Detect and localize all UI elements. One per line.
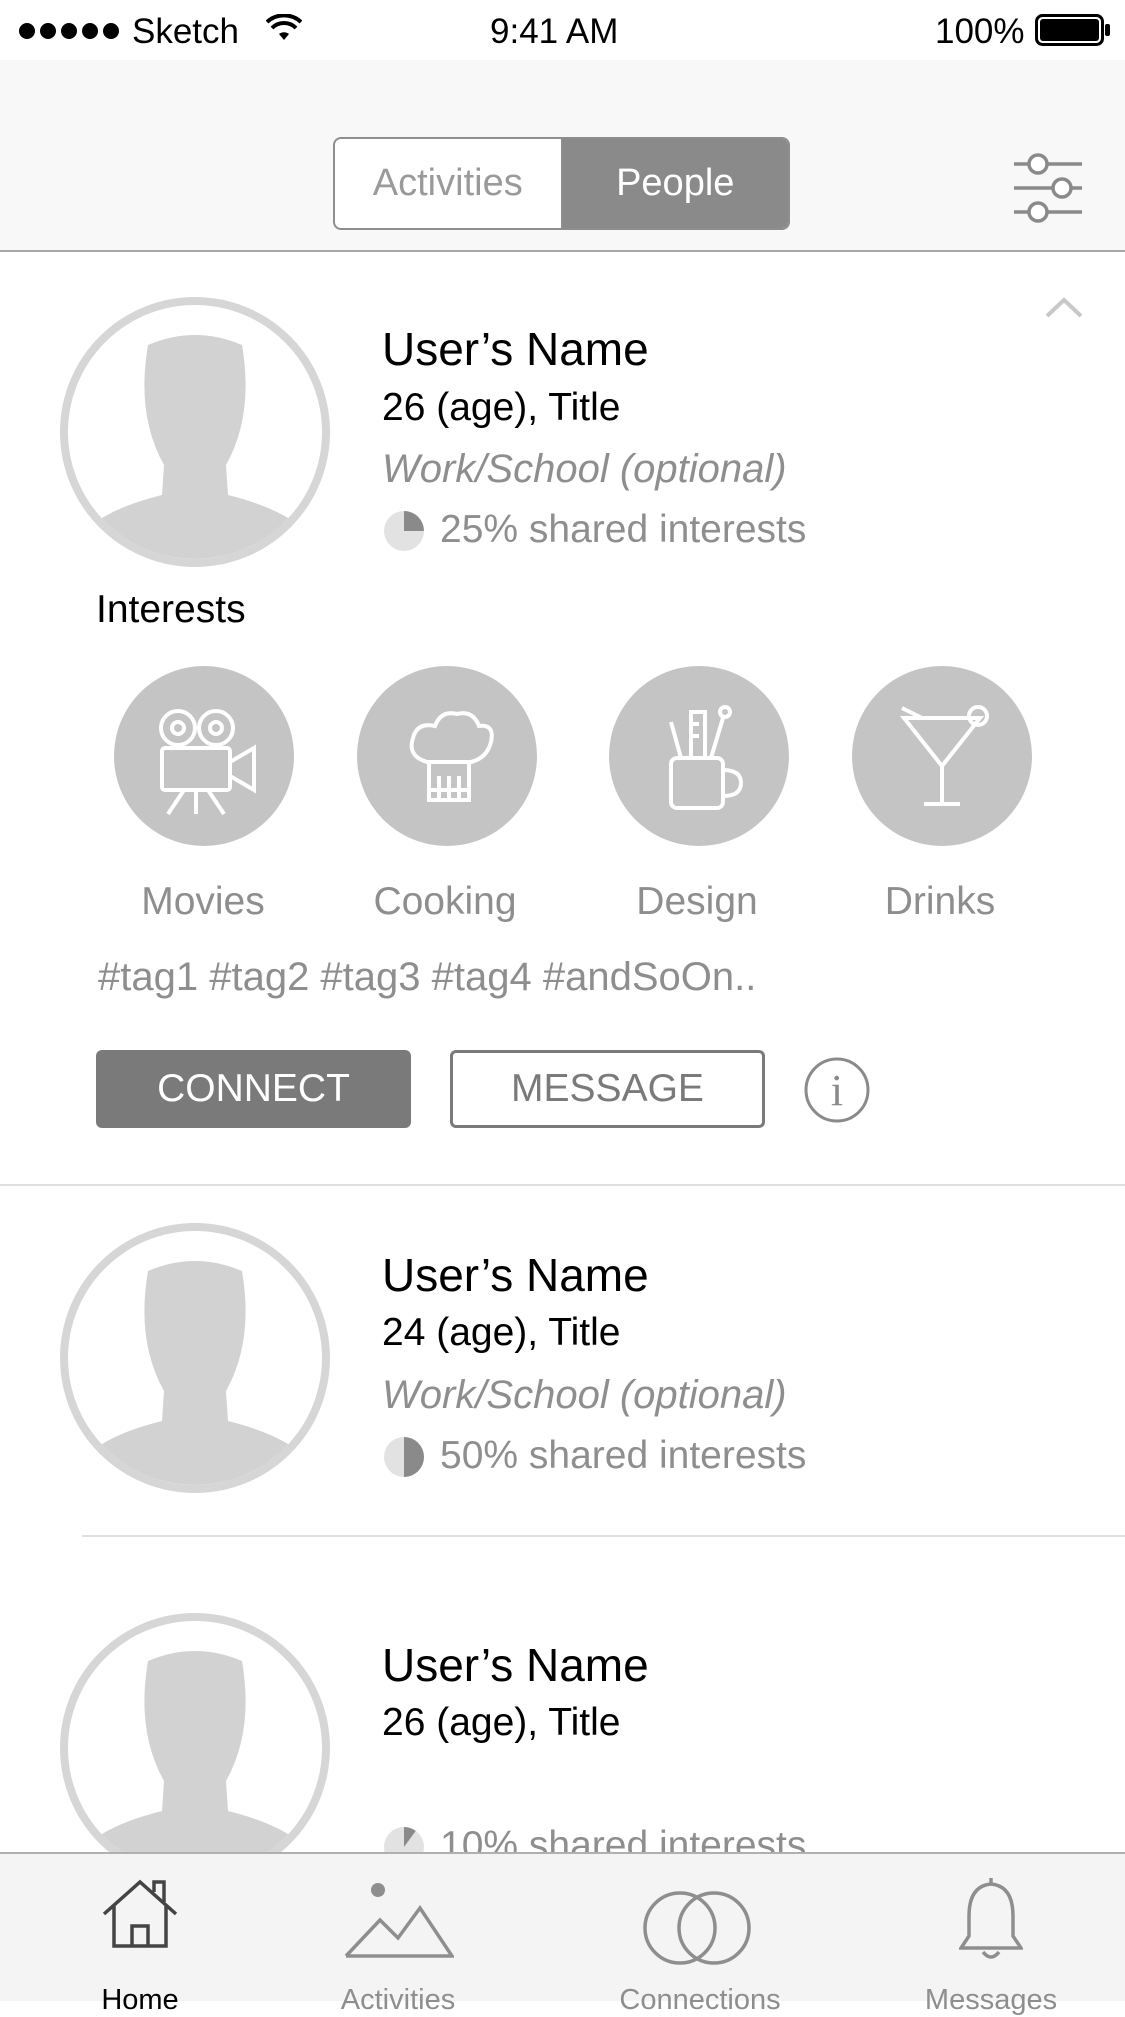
interests-heading: Interests — [96, 588, 246, 631]
connect-button[interactable]: CONNECT — [96, 1050, 411, 1128]
user-age-title: 26 (age), Title — [382, 1701, 621, 1744]
tab-messages[interactable]: Messages — [891, 1854, 1091, 2016]
avatar[interactable] — [60, 1613, 330, 1883]
collapse-chevron-icon[interactable] — [1044, 295, 1084, 319]
user-work-school: Work/School (optional) — [382, 447, 787, 491]
segmented-control: Activities People — [333, 137, 790, 230]
user-name: User’s Name — [382, 1639, 649, 1691]
tab-connections[interactable]: Connections — [590, 1854, 810, 2016]
interest-design[interactable] — [609, 666, 789, 846]
svg-text:i: i — [831, 1066, 843, 1115]
interest-drinks[interactable] — [852, 666, 1032, 846]
tab-bar: Home Activities Connections Messages — [0, 1852, 1125, 2016]
carrier-label: Sketch — [132, 12, 239, 51]
divider — [0, 1184, 1125, 1186]
interest-label-movies: Movies — [141, 880, 265, 923]
interest-movies[interactable] — [114, 666, 294, 846]
person-silhouette-icon — [82, 1261, 308, 1485]
user-work-school: Work/School (optional) — [382, 1373, 787, 1417]
interest-label-cooking: Cooking — [373, 880, 517, 923]
user-name: User’s Name — [382, 323, 649, 375]
user-age-title: 24 (age), Title — [382, 1311, 621, 1354]
segment-activities[interactable]: Activities — [335, 139, 563, 228]
shared-interests-text: 25% shared interests — [440, 508, 807, 551]
divider — [82, 1535, 1125, 1537]
interest-label-drinks: Drinks — [884, 880, 996, 923]
avatar[interactable] — [60, 297, 330, 567]
tab-activities[interactable]: Activities — [298, 1854, 498, 2016]
person-silhouette-icon — [82, 1651, 308, 1875]
pie-shared-slice — [404, 511, 424, 531]
movie-camera-icon — [159, 709, 256, 816]
chef-hat-icon — [409, 711, 494, 802]
battery-percent: 100% — [935, 12, 1025, 51]
person-silhouette-icon — [82, 335, 308, 559]
info-icon[interactable]: i — [803, 1056, 871, 1124]
mountains-icon — [344, 1883, 454, 1958]
shared-interests-pie-icon — [384, 1437, 424, 1477]
sliders-icon[interactable] — [1012, 152, 1084, 224]
segment-people[interactable]: People — [562, 139, 788, 228]
wifi-icon — [266, 14, 302, 40]
status-bar: Sketch 9:41 AM 100% — [0, 0, 1125, 60]
home-icon — [102, 1879, 178, 1948]
tab-home[interactable]: Home — [40, 1854, 240, 2016]
shared-interests-text: 50% shared interests — [440, 1434, 807, 1477]
signal-dots-icon — [19, 23, 119, 39]
battery-icon — [1035, 14, 1110, 46]
pencil-cup-icon — [669, 705, 744, 810]
message-button[interactable]: MESSAGE — [450, 1050, 765, 1128]
avatar[interactable] — [60, 1223, 330, 1493]
interest-cooking[interactable] — [357, 666, 537, 846]
clock: 9:41 AM — [490, 12, 619, 51]
tags-text: #tag1 #tag2 #tag3 #tag4 #andSoOn.. — [98, 955, 757, 999]
bell-icon — [959, 1878, 1023, 1959]
shared-interests-pie-icon — [384, 511, 424, 551]
user-name: User’s Name — [382, 1249, 649, 1301]
interest-label-design: Design — [636, 880, 758, 923]
pie-shared-slice — [404, 1437, 424, 1477]
cocktail-icon — [899, 705, 989, 806]
user-age-title: 26 (age), Title — [382, 386, 621, 429]
overlapping-circles-icon — [643, 1891, 751, 1965]
